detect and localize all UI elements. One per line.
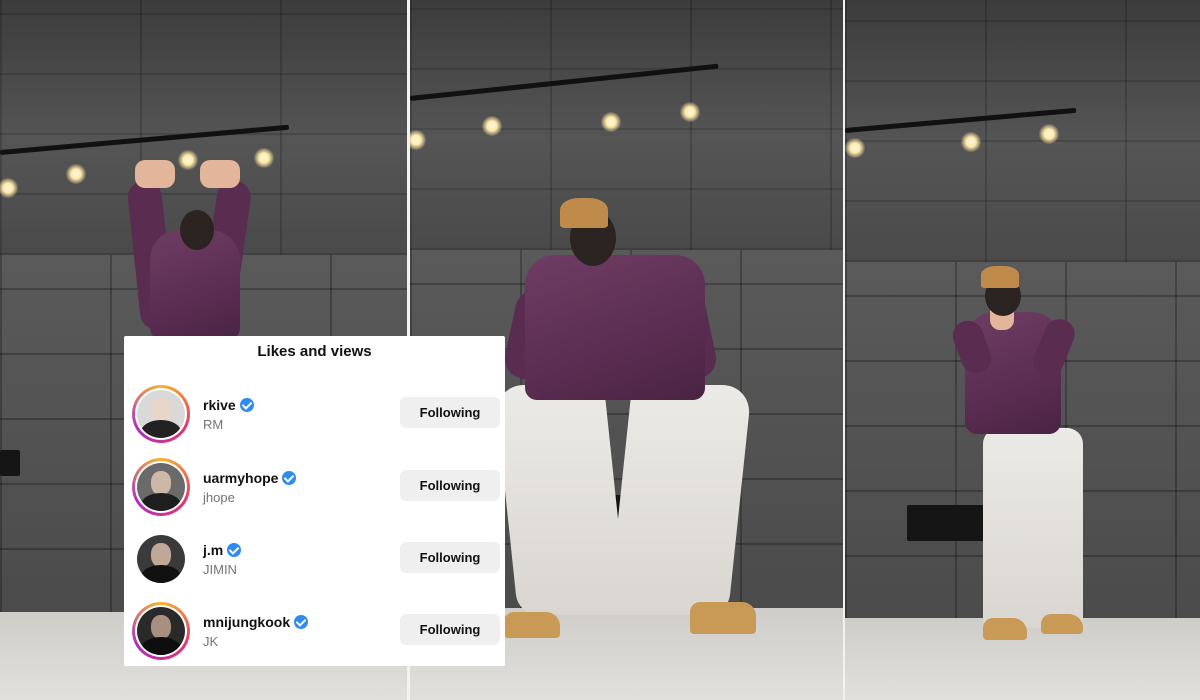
following-button[interactable]: Following — [400, 542, 500, 573]
username[interactable]: uarmyhope — [203, 470, 297, 486]
avatar-face — [151, 398, 171, 422]
ceiling — [410, 0, 843, 250]
dancer-jacket — [525, 255, 705, 400]
username-text[interactable]: uarmyhope — [203, 470, 278, 486]
speaker — [907, 505, 985, 541]
story-ring[interactable] — [132, 602, 190, 660]
spotlight — [482, 116, 502, 136]
display-name: JIMIN — [203, 562, 237, 577]
avatar-face — [151, 543, 171, 567]
dancer-hat — [981, 266, 1019, 288]
avatar-face — [151, 471, 171, 495]
username-text[interactable]: j.m — [203, 542, 223, 558]
username[interactable]: j.m — [203, 542, 242, 558]
spotlight — [1039, 124, 1059, 144]
verified-badge-icon — [294, 615, 309, 629]
verified-badge-icon — [227, 543, 242, 557]
avatar[interactable] — [135, 388, 187, 440]
dancer-shoe — [1041, 614, 1083, 634]
dancer-hands — [200, 160, 240, 188]
avatar[interactable] — [135, 605, 187, 657]
username-text[interactable]: rkive — [203, 397, 236, 413]
spotlight — [845, 138, 865, 158]
speaker — [0, 450, 20, 476]
avatar-photo — [137, 463, 185, 511]
user-row[interactable]: j.m JIMIN Following — [124, 526, 505, 596]
dancer-hands — [135, 160, 175, 188]
display-name: JK — [203, 634, 219, 649]
spotlight — [178, 150, 198, 170]
avatar-photo — [137, 535, 185, 583]
user-row[interactable]: rkive RM Following — [124, 381, 505, 451]
following-button[interactable]: Following — [400, 614, 500, 645]
verified-badge-icon — [239, 398, 254, 412]
spotlight — [961, 132, 981, 152]
avatar-face — [151, 615, 171, 639]
avatar-shoulders — [141, 420, 181, 438]
spotlight — [680, 102, 700, 122]
dancer-shoe — [983, 618, 1027, 640]
ceiling — [845, 0, 1200, 262]
display-name: RM — [203, 417, 224, 432]
avatar[interactable] — [135, 461, 187, 513]
story-ring[interactable] — [132, 458, 190, 516]
dancer-shoe — [504, 612, 560, 638]
dancer-head — [180, 210, 214, 250]
user-row[interactable]: mnijungkook JK Following — [124, 598, 505, 668]
spotlight — [254, 148, 274, 168]
username[interactable]: mnijungkook — [203, 614, 309, 630]
avatar-border[interactable] — [132, 530, 190, 588]
spotlight — [601, 112, 621, 132]
avatar-shoulders — [141, 637, 181, 655]
username-text[interactable]: mnijungkook — [203, 614, 290, 630]
avatar-shoulders — [141, 565, 181, 583]
video-frame-right — [845, 0, 1200, 700]
story-ring[interactable] — [132, 385, 190, 443]
avatar-photo — [137, 607, 185, 655]
dancer-pants — [983, 428, 1083, 628]
display-name: jhope — [203, 490, 235, 505]
verified-badge-icon — [282, 471, 297, 485]
spotlight — [66, 164, 86, 184]
dancer-shoe — [690, 602, 756, 634]
card-title: Likes and views — [257, 343, 372, 360]
likes-and-views-card: Likes and views rkive RM Following uarmy… — [124, 336, 505, 666]
dancer-pants — [607, 385, 753, 615]
user-row[interactable]: uarmyhope jhope Following — [124, 454, 505, 524]
avatar-photo — [137, 390, 185, 438]
following-button[interactable]: Following — [400, 470, 500, 501]
dancer-hat — [560, 198, 608, 228]
avatar-shoulders — [141, 493, 181, 511]
avatar[interactable] — [135, 533, 187, 585]
following-button[interactable]: Following — [400, 397, 500, 428]
username[interactable]: rkive — [203, 397, 254, 413]
